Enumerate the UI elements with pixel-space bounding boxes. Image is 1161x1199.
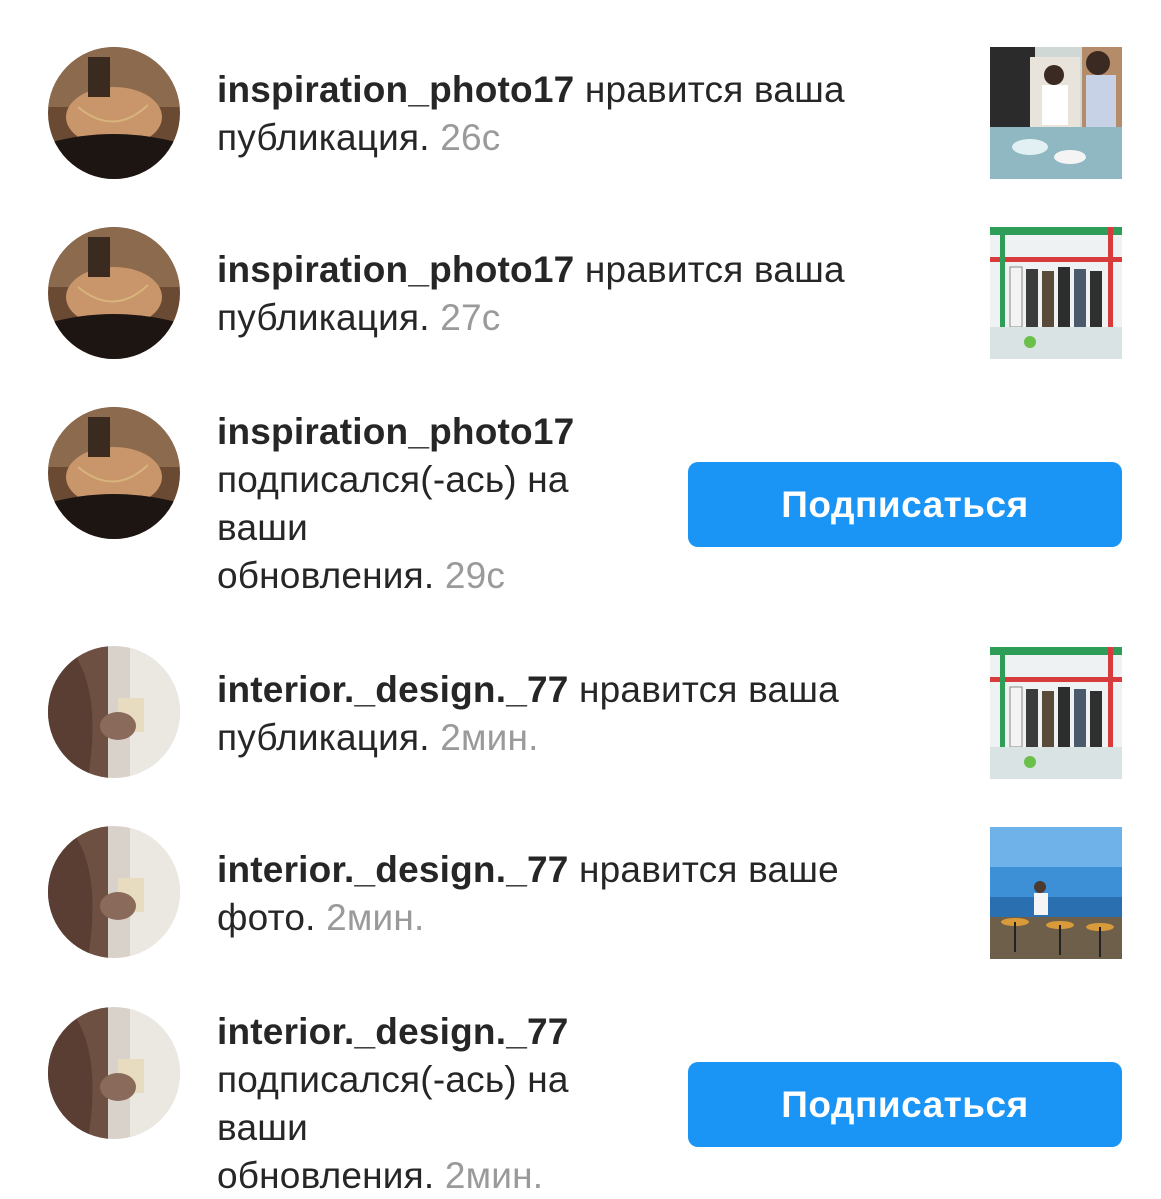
action-text: фото. — [217, 897, 316, 938]
timestamp: 27с — [440, 297, 501, 338]
post-thumbnail[interactable] — [990, 827, 1122, 959]
user-avatar[interactable] — [48, 47, 180, 179]
action-text: подписался(-ась) на — [217, 459, 569, 500]
username-link[interactable]: interior._design._77 — [217, 1011, 569, 1052]
user-avatar[interactable] — [48, 1007, 180, 1139]
timestamp: 2мин. — [326, 897, 425, 938]
notification-text: interior._design._77 нравится ваше фото.… — [217, 846, 839, 942]
notification-text: inspiration_photo17 подписался(-ась) на … — [217, 408, 574, 600]
username-link[interactable]: inspiration_photo17 — [217, 249, 574, 290]
action-text: нравится ваша — [568, 669, 839, 710]
user-avatar[interactable] — [48, 826, 180, 958]
action-text: нравится ваше — [568, 849, 839, 890]
username-link[interactable]: inspiration_photo17 — [217, 69, 574, 110]
action-text: подписался(-ась) на — [217, 1059, 569, 1100]
user-avatar[interactable] — [48, 227, 180, 359]
timestamp: 29с — [444, 555, 506, 596]
user-avatar[interactable] — [48, 407, 180, 539]
post-thumbnail[interactable] — [990, 47, 1122, 179]
user-avatar[interactable] — [48, 646, 180, 778]
notification-text: interior._design._77 подписался(-ась) на… — [217, 1008, 569, 1199]
timestamp: 2мин. — [440, 717, 539, 758]
post-thumbnail[interactable] — [990, 227, 1122, 359]
username-link[interactable]: inspiration_photo17 — [217, 411, 574, 452]
action-text: публикация. — [217, 117, 430, 158]
action-text: публикация. — [217, 717, 430, 758]
notification-text: inspiration_photo17 нравится ваша публик… — [217, 66, 845, 162]
follow-button[interactable]: Подписаться — [688, 1062, 1122, 1147]
timestamp: 2мин. — [444, 1155, 544, 1196]
action-text: обновления. — [217, 555, 435, 596]
action-text: нравится ваша — [574, 69, 845, 110]
action-text: нравится ваша — [574, 249, 845, 290]
action-text: публикация. — [217, 297, 430, 338]
notification-text: interior._design._77 нравится ваша публи… — [217, 666, 839, 762]
username-link[interactable]: interior._design._77 — [217, 669, 569, 710]
post-thumbnail[interactable] — [990, 647, 1122, 779]
username-link[interactable]: interior._design._77 — [217, 849, 569, 890]
action-text: обновления. — [217, 1155, 435, 1196]
follow-button[interactable]: Подписаться — [688, 462, 1122, 547]
action-text: ваши — [217, 1107, 308, 1148]
action-text: ваши — [217, 507, 308, 548]
timestamp: 26с — [440, 117, 501, 158]
notification-text: inspiration_photo17 нравится ваша публик… — [217, 246, 845, 342]
